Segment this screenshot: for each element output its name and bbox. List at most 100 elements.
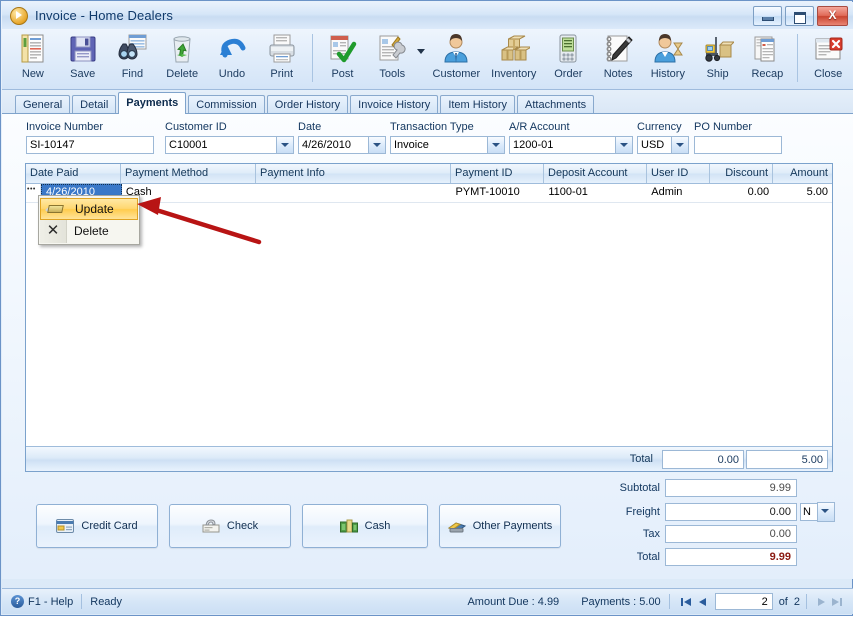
cash-button[interactable]: Cash (302, 504, 428, 548)
label-invoice-number: Invoice Number (26, 121, 104, 133)
grid-header-discount[interactable]: Discount (710, 164, 773, 183)
customer-person-icon (440, 33, 472, 65)
tab-invoice-history[interactable]: Invoice History (350, 95, 439, 114)
toolbar-button-print[interactable]: Print (257, 31, 307, 87)
other-payments-button[interactable]: Other Payments (439, 504, 561, 548)
toolbar-button-recap[interactable]: Recap (743, 31, 793, 87)
cell-deposit-account[interactable]: 1100-01 (544, 184, 647, 202)
currency-combo[interactable]: USD (637, 136, 689, 154)
tab-attachments[interactable]: Attachments (517, 95, 595, 114)
context-menu-update-label: Update (75, 202, 114, 216)
chevron-down-icon[interactable] (487, 137, 504, 153)
grid-header-payment-id[interactable]: Payment ID (451, 164, 544, 183)
undo-arrow-icon (216, 33, 248, 65)
toolbar-button-tools[interactable]: Tools (367, 31, 417, 87)
other-payments-label: Other Payments (472, 520, 553, 532)
toolbar-button-notes[interactable]: Notes (593, 31, 643, 87)
tax-value: 0.00 (665, 525, 797, 543)
toolbar-button-new[interactable]: New (8, 31, 58, 87)
summary-freight-row: Freight 0.00 N (610, 502, 835, 522)
field-invoice-number: Invoice Number SI-10147 (26, 121, 154, 154)
toolbar-button-delete[interactable]: Delete (157, 31, 207, 87)
grid-header-deposit-account[interactable]: Deposit Account (544, 164, 647, 183)
maximize-button[interactable] (785, 6, 814, 26)
cell-amount[interactable]: 5.00 (773, 184, 832, 202)
context-menu-item-delete[interactable]: ✕ Delete (40, 220, 138, 242)
main-toolbar: New Save Find Delete Undo Print Post Too… (2, 29, 853, 90)
transaction-type-combo[interactable]: Invoice (390, 136, 505, 154)
tab-general[interactable]: General (15, 95, 71, 114)
chevron-down-icon[interactable] (368, 137, 385, 153)
credit-card-icon (56, 519, 75, 533)
customer-id-combo[interactable]: C10001 (165, 136, 294, 154)
grid-header-date-paid[interactable]: Date Paid (26, 164, 121, 183)
toolbar-label: Order (554, 68, 583, 80)
toolbar-label: Print (270, 68, 294, 80)
record-number-input[interactable]: 2 (714, 593, 773, 610)
label-freight: Freight (625, 506, 660, 518)
minimize-button[interactable] (753, 6, 782, 26)
toolbar-button-customer[interactable]: Customer (429, 31, 485, 87)
credit-card-button[interactable]: Credit Card (36, 504, 158, 548)
help-icon[interactable]: ? (11, 595, 24, 608)
toolbar-button-undo[interactable]: Undo (207, 31, 257, 87)
status-payments: Payments : 5.00 (581, 595, 661, 608)
printer-icon (266, 33, 298, 65)
tab-item-history[interactable]: Item History (440, 95, 515, 114)
ar-account-combo[interactable]: 1200-01 (509, 136, 633, 154)
grid-header-payment-info[interactable]: Payment Info (256, 164, 451, 183)
nav-first-button[interactable] (678, 594, 694, 610)
chevron-down-icon[interactable] (615, 137, 632, 153)
freight-type-value[interactable]: N (800, 503, 817, 521)
nav-previous-button[interactable] (694, 594, 710, 610)
row-context-menu: Update ✕ Delete (38, 195, 140, 245)
toolbar-button-order[interactable]: Order (543, 31, 593, 87)
toolbar-button-find[interactable]: Find (108, 31, 158, 87)
check-button[interactable]: Check (169, 504, 291, 548)
tab-detail[interactable]: Detail (72, 95, 117, 114)
grid-header-payment-method[interactable]: Payment Method (121, 164, 256, 183)
chevron-down-icon[interactable] (817, 502, 835, 522)
toolbar-label: Recap (751, 68, 784, 80)
toolbar-button-inventory[interactable]: Inventory (484, 31, 543, 87)
toolbar-button-ship[interactable]: Ship (693, 31, 743, 87)
cell-payment-info[interactable] (257, 184, 452, 202)
cell-payment-method[interactable]: Cash (122, 184, 257, 202)
currency-value: USD (641, 139, 665, 151)
nav-next-button[interactable] (813, 594, 829, 610)
status-help-text[interactable]: F1 - Help (28, 596, 73, 608)
close-button[interactable]: X (817, 6, 848, 26)
freight-value[interactable]: 0.00 (665, 503, 797, 521)
tools-dropdown-arrow[interactable] (416, 31, 428, 87)
grid-header-amount[interactable]: Amount (773, 164, 832, 183)
toolbar-button-history[interactable]: History (643, 31, 693, 87)
tab-commission[interactable]: Commission (188, 95, 265, 114)
invoice-number-input[interactable]: SI-10147 (26, 136, 154, 154)
toolbar-label: New (21, 68, 44, 80)
table-row[interactable]: 4/26/2010 Cash PYMT-10010 1100-01 Admin … (26, 184, 832, 203)
credit-card-label: Credit Card (81, 520, 138, 532)
chevron-down-icon[interactable] (671, 137, 688, 153)
summary-subtotal-row: Subtotal 9.99 (610, 479, 797, 497)
payments-panel: Invoice Number SI-10147 Customer ID C100… (2, 113, 853, 579)
cell-user-id[interactable]: Admin (647, 184, 710, 202)
toolbar-button-close[interactable]: Close (803, 31, 853, 87)
cash-label: Cash (364, 520, 391, 532)
po-number-input[interactable] (694, 136, 782, 154)
title-bar: Invoice - Home Dealers X (2, 2, 853, 30)
toolbar-label: Save (70, 68, 96, 80)
grid-total-row: Total 0.00 5.00 (26, 446, 832, 471)
tab-payments[interactable]: Payments (118, 92, 187, 114)
toolbar-button-save[interactable]: Save (58, 31, 108, 87)
toolbar-button-post[interactable]: Post (318, 31, 368, 87)
date-combo[interactable]: 4/26/2010 (298, 136, 386, 154)
context-menu-item-update[interactable]: Update (40, 198, 138, 220)
nav-last-button[interactable] (829, 594, 845, 610)
chevron-down-icon[interactable] (276, 137, 293, 153)
grid-header-user-id[interactable]: User ID (647, 164, 710, 183)
tab-order-history[interactable]: Order History (266, 95, 349, 114)
grid-total-amount: 5.00 (746, 449, 828, 469)
field-currency: Currency USD (637, 121, 689, 154)
cell-payment-id[interactable]: PYMT-10010 (451, 184, 544, 202)
cell-discount[interactable]: 0.00 (710, 184, 773, 202)
